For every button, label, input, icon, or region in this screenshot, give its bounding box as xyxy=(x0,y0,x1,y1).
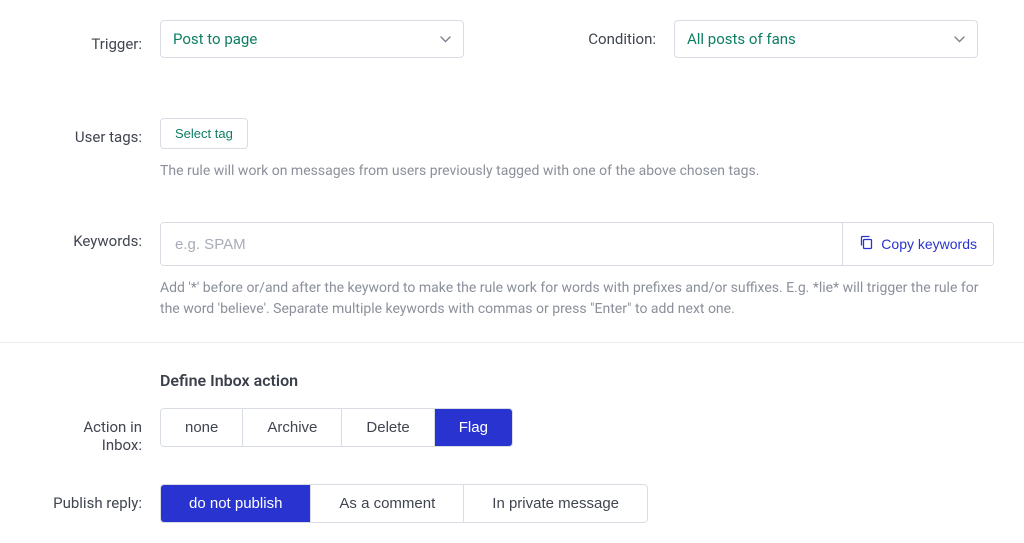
keywords-input[interactable] xyxy=(161,223,842,265)
action-archive-button[interactable]: Archive xyxy=(243,409,342,446)
action-none-button[interactable]: none xyxy=(161,409,243,446)
keywords-help: Add '*' before or/and after the keyword … xyxy=(160,278,994,320)
publish-reply-label: Publish reply: xyxy=(40,484,160,512)
copy-keywords-label: Copy keywords xyxy=(881,236,977,252)
action-flag-button[interactable]: Flag xyxy=(435,409,512,446)
keywords-label: Keywords: xyxy=(40,222,160,250)
define-inbox-action-heading: Define Inbox action xyxy=(160,371,994,390)
copy-keywords-button[interactable]: Copy keywords xyxy=(842,223,993,265)
publish-none-button[interactable]: do not publish xyxy=(161,485,311,522)
condition-dropdown[interactable]: All posts of fans xyxy=(674,20,978,58)
keywords-input-wrap: Copy keywords xyxy=(160,222,994,266)
condition-label: Condition: xyxy=(544,30,674,48)
trigger-dropdown[interactable]: Post to page xyxy=(160,20,464,58)
copy-icon xyxy=(859,235,873,253)
user-tags-help: The rule will work on messages from user… xyxy=(160,161,994,182)
action-in-inbox-label: Action in Inbox: xyxy=(40,408,160,454)
publish-pm-button[interactable]: In private message xyxy=(464,485,647,522)
action-in-inbox-row: Action in Inbox: none Archive Delete Fla… xyxy=(0,408,1024,454)
condition-value: All posts of fans xyxy=(687,30,796,48)
trigger-condition-row: Trigger: Post to page Condition: All pos… xyxy=(0,0,1024,58)
action-button-group: none Archive Delete Flag xyxy=(160,408,513,447)
publish-button-group: do not publish As a comment In private m… xyxy=(160,484,648,523)
trigger-value: Post to page xyxy=(173,30,257,48)
user-tags-row: User tags: Select tag The rule will work… xyxy=(0,118,1024,182)
keywords-row: Keywords: Copy keywords Add '*' before o… xyxy=(0,222,1024,320)
chevron-down-icon xyxy=(440,32,451,46)
chevron-down-icon xyxy=(954,32,965,46)
trigger-label: Trigger: xyxy=(40,25,160,53)
user-tags-label: User tags: xyxy=(40,118,160,146)
publish-comment-button[interactable]: As a comment xyxy=(311,485,464,522)
section-divider xyxy=(0,342,1024,343)
select-tag-button[interactable]: Select tag xyxy=(160,118,248,149)
action-delete-button[interactable]: Delete xyxy=(342,409,434,446)
publish-reply-row: Publish reply: do not publish As a comme… xyxy=(0,484,1024,523)
